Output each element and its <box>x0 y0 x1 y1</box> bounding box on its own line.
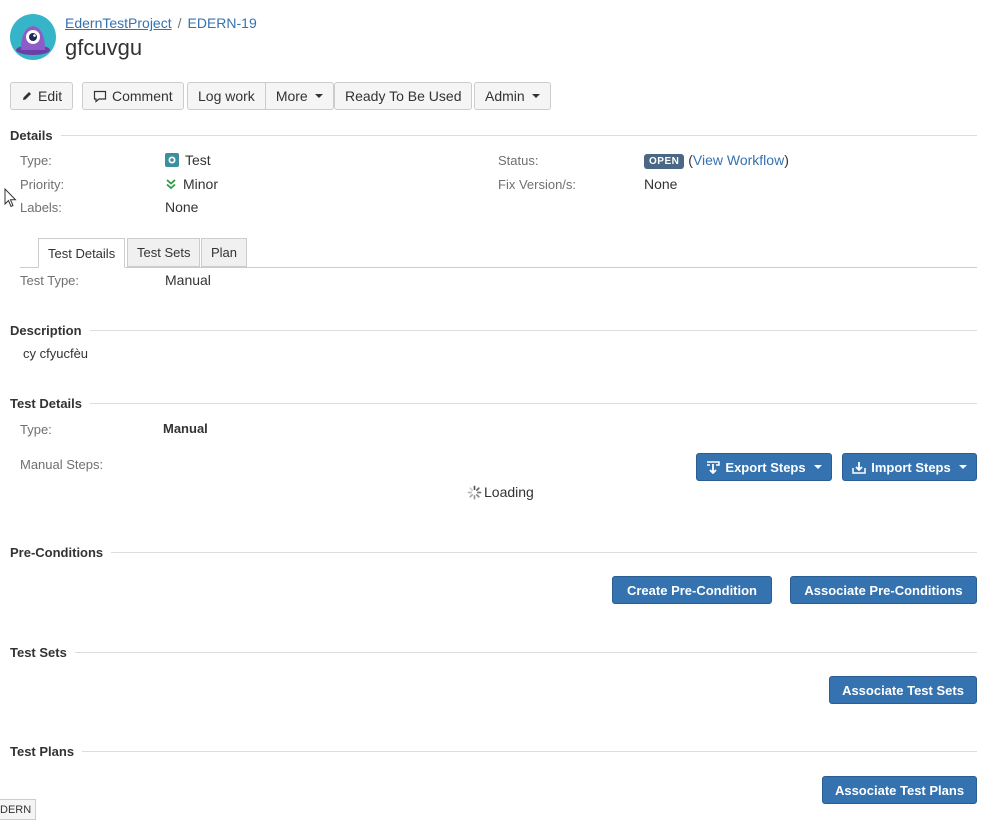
project-key-tag[interactable]: DERN <box>0 799 37 820</box>
chevron-down-icon <box>813 465 822 469</box>
export-steps-label: Export Steps <box>725 459 806 475</box>
more-label: More <box>275 88 308 104</box>
create-precondition-label: Create Pre-Condition <box>626 582 757 598</box>
tab-label: Plan <box>211 245 238 260</box>
tab-test-details[interactable]: Test Details <box>38 238 126 268</box>
chevron-down-icon <box>531 94 540 98</box>
associate-preconditions-button[interactable]: Associate Pre-Conditions <box>790 576 977 604</box>
ready-to-be-used-button[interactable]: Ready To Be Used <box>334 82 473 110</box>
test-details-heading: Test Details <box>10 395 83 411</box>
import-steps-label: Import Steps <box>871 459 951 475</box>
chevron-down-icon <box>958 465 967 469</box>
test-type-label: Test Type: <box>20 273 80 288</box>
priority-minor-icon <box>166 179 176 190</box>
comment-icon <box>93 90 107 103</box>
status-label: Status: <box>498 153 539 168</box>
admin-label: Admin <box>485 88 525 104</box>
associate-test-plans-button[interactable]: Associate Test Plans <box>822 776 977 804</box>
ready-label: Ready To Be Used <box>345 88 462 104</box>
type-value-text: Test <box>185 152 211 168</box>
issue-tabs: Test Details Test Sets Plan <box>20 238 977 268</box>
issue-title[interactable]: gfcuvgu <box>65 35 142 61</box>
description-text[interactable]: cy cfyucfèu <box>23 346 88 361</box>
breadcrumb-issue-link[interactable]: EDERN-19 <box>188 15 257 31</box>
test-details-type-label: Type: <box>20 422 52 437</box>
export-icon <box>707 460 721 474</box>
log-work-label: Log work <box>198 88 255 104</box>
priority-value: Minor <box>165 176 218 192</box>
tab-label: Test Sets <box>137 245 191 260</box>
test-type-value: Manual <box>165 272 211 288</box>
divider <box>90 402 977 404</box>
loading-text: Loading <box>484 484 534 500</box>
description-heading: Description <box>10 322 82 338</box>
divider <box>89 329 977 331</box>
breadcrumb-separator: / <box>177 15 182 31</box>
priority-label: Priority: <box>20 177 65 192</box>
fix-version-value[interactable]: None <box>644 176 677 192</box>
chevron-down-icon <box>314 94 323 98</box>
labels-value[interactable]: None <box>165 199 198 215</box>
tab-label: Test Details <box>48 245 116 261</box>
preconditions-section-header[interactable]: Pre-Conditions <box>10 543 977 561</box>
status-value: OPEN (View Workflow) <box>644 152 789 169</box>
comment-label: Comment <box>112 88 173 104</box>
import-steps-button[interactable]: Import Steps <box>842 453 977 481</box>
test-sets-heading: Test Sets <box>10 644 67 660</box>
associate-test-sets-button[interactable]: Associate Test Sets <box>829 676 977 704</box>
view-workflow-link[interactable]: View Workflow <box>693 152 784 168</box>
workflow-paren-close: ) <box>784 152 789 168</box>
type-label: Type: <box>20 153 52 168</box>
preconditions-heading: Pre-Conditions <box>10 544 104 560</box>
test-plans-section-header[interactable]: Test Plans <box>10 742 977 760</box>
fix-version-label: Fix Version/s: <box>498 177 577 192</box>
test-details-section-header[interactable]: Test Details <box>10 394 977 412</box>
log-work-button[interactable]: Log work <box>187 82 266 110</box>
divider <box>82 750 977 752</box>
divider <box>111 551 977 553</box>
comment-button[interactable]: Comment <box>82 82 184 110</box>
divider <box>74 651 977 653</box>
tab-test-sets[interactable]: Test Sets <box>127 238 201 267</box>
export-steps-button[interactable]: Export Steps <box>696 453 832 481</box>
admin-dropdown-button[interactable]: Admin <box>474 82 551 110</box>
status-lozenge: OPEN <box>644 154 685 169</box>
divider <box>60 134 977 136</box>
import-icon <box>852 461 867 474</box>
priority-value-text: Minor <box>183 176 219 192</box>
loading-indicator: Loading <box>467 484 534 500</box>
description-section-header[interactable]: Description <box>10 321 977 339</box>
labels-label: Labels: <box>20 200 62 215</box>
details-section-header[interactable]: Details <box>10 126 977 144</box>
project-avatar[interactable] <box>10 14 56 60</box>
project-key-text: DERN <box>0 803 32 816</box>
pencil-icon <box>23 92 31 100</box>
spinner-icon <box>467 485 482 499</box>
test-plans-heading: Test Plans <box>10 743 75 759</box>
test-sets-section-header[interactable]: Test Sets <box>10 643 977 661</box>
test-details-type-value: Manual <box>163 421 208 436</box>
more-dropdown-button[interactable]: More <box>265 82 334 110</box>
tab-plan[interactable]: Plan <box>201 238 248 267</box>
breadcrumb: EdernTestProject / EDERN-19 <box>65 15 257 31</box>
associate-preconditions-label: Associate Pre-Conditions <box>804 582 963 598</box>
manual-steps-label: Manual Steps: <box>20 457 104 472</box>
mouse-cursor-icon <box>4 188 17 208</box>
associate-test-sets-label: Associate Test Sets <box>842 682 964 698</box>
test-type-icon <box>165 153 179 167</box>
create-precondition-button[interactable]: Create Pre-Condition <box>612 576 772 604</box>
details-heading: Details <box>10 127 53 143</box>
edit-button[interactable]: Edit <box>10 82 74 110</box>
breadcrumb-project-link[interactable]: EdernTestProject <box>65 15 172 31</box>
edit-label: Edit <box>38 88 63 104</box>
associate-test-plans-label: Associate Test Plans <box>834 782 965 798</box>
type-value: Test <box>165 152 211 168</box>
